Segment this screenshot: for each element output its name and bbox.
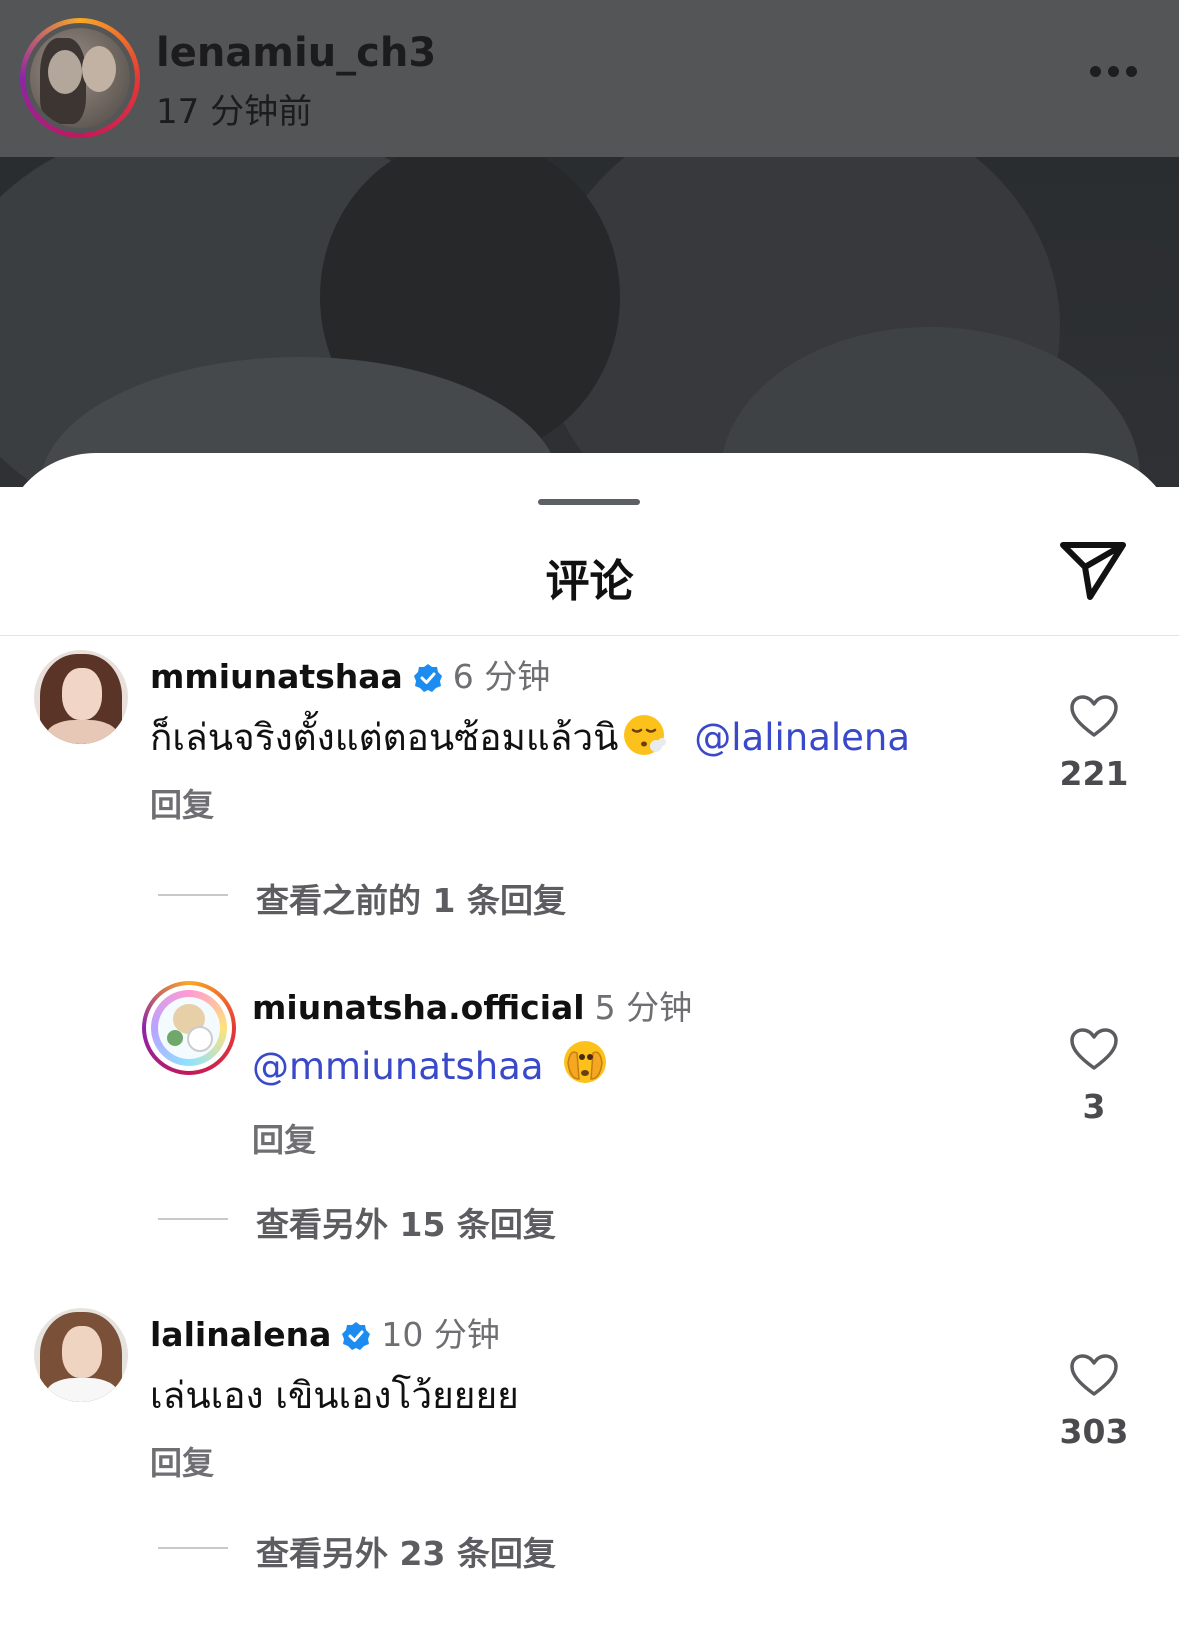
comment-text-body: ก็เล่นจริงตั้งแต่ตอนซ้อมแล้วนิ [150,716,619,759]
view-more-replies[interactable]: 查看之前的 1 条回复 [0,874,1179,920]
comment-username-text[interactable]: lalinalena [150,1315,331,1354]
send-icon[interactable] [1058,537,1128,603]
post-photo [0,157,1179,487]
post-username[interactable]: lenamiu_ch3 [156,30,436,76]
avatar[interactable] [34,650,128,744]
comment-username[interactable]: mmiunatshaa 6 分钟 [150,650,550,698]
post-timestamp: 17 分钟前 [156,92,313,132]
view-more-label[interactable]: 查看之前的 1 条回复 [256,874,566,922]
comment-text: @mmiunatshaa [252,1037,610,1088]
view-more-replies[interactable]: 查看另外 23 条回复 [0,1527,1179,1573]
reply-button[interactable]: 回复 [252,1115,316,1161]
reply-button[interactable]: 回复 [150,1438,214,1484]
heart-icon[interactable] [1069,1353,1119,1397]
post-author-avatar[interactable] [20,18,140,138]
reply-button[interactable]: 回复 [150,780,214,826]
comment-time: 5 分钟 [594,988,693,1027]
post-header: lenamiu_ch3 17 分钟前 [0,0,1179,157]
verified-badge-icon [413,664,442,692]
face-exhaling-emoji [624,715,667,755]
avatar[interactable] [142,981,236,1075]
comment-username-text[interactable]: mmiunatshaa [150,657,403,696]
comment-username-text[interactable]: miunatsha.official [252,988,585,1027]
like-count: 303 [1059,1412,1129,1451]
sheet-title: 评论 [545,556,634,607]
heart-icon[interactable] [1069,694,1119,738]
drag-handle[interactable] [538,499,640,505]
comment-mention[interactable]: @mmiunatshaa [252,1045,544,1088]
comment-time: 6 分钟 [452,657,551,696]
sheet-divider [0,635,1179,636]
heart-icon[interactable] [1069,1027,1119,1071]
comments-sheet: 评论 mmiunatshaa 6 分钟 ก็เล่นจริงตั้งแต่ตอน… [0,453,1179,1638]
face-with-peeking-eye-emoji [563,1041,606,1083]
like-count: 221 [1059,754,1129,793]
comment-mention[interactable]: @lalinalena [694,716,910,759]
view-more-replies[interactable]: 查看另外 15 条回复 [0,1198,1179,1244]
avatar[interactable] [34,1308,128,1402]
comment-time: 10 分钟 [381,1315,500,1354]
view-more-label[interactable]: 查看另外 15 条回复 [256,1198,556,1246]
more-horizontal-icon[interactable] [1090,66,1137,78]
like-count: 3 [1082,1087,1106,1126]
comment-text: เล่นเอง เขินเองโว้ยยยย [150,1374,519,1417]
view-more-label[interactable]: 查看另外 23 条回复 [256,1527,556,1575]
comment-text: ก็เล่นจริงตั้งแต่ตอนซ้อมแล้วนิ @lalinale… [150,708,910,767]
comment-username[interactable]: miunatsha.official 5 分钟 [252,981,692,1029]
verified-badge-icon [342,1322,371,1350]
comment-username[interactable]: lalinalena 10 分钟 [150,1308,500,1356]
